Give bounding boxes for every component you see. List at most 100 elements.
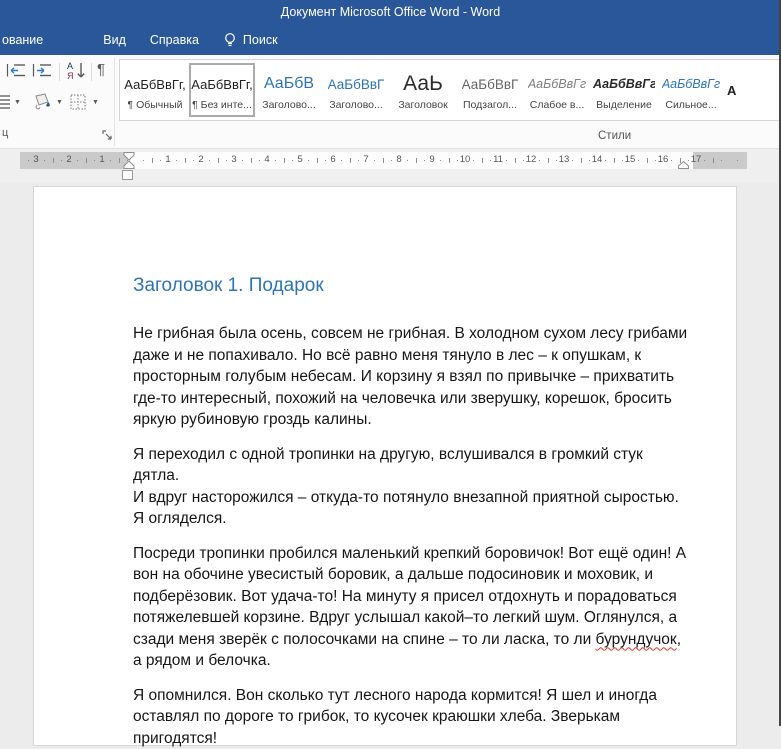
style-label: ¶ Без инте...	[192, 99, 252, 111]
ruler-tick	[284, 158, 285, 163]
ruler-number: 17	[691, 154, 702, 165]
tell-me-search[interactable]: Поиск	[211, 32, 290, 48]
svg-text:Я: Я	[67, 71, 74, 81]
increase-indent-button[interactable]	[32, 63, 52, 78]
shading-dropdown-arrow[interactable]: ▼	[56, 99, 63, 106]
ruler-tick	[391, 160, 392, 161]
ruler-number: 6	[330, 154, 335, 165]
style-preview: АаБбВвГг	[528, 69, 586, 99]
paragraph[interactable]: Я переходил с одной тропинки на другую, …	[133, 444, 690, 530]
styles-gallery-items: АаБбВвГг,¶ ОбычныйАаБбВвГг,¶ Без инте...…	[122, 63, 739, 117]
ruler-tick	[259, 160, 260, 161]
style-preview: АаБбВвГг	[593, 69, 655, 99]
left-indent-marker[interactable]	[122, 170, 133, 180]
ruler-tick	[737, 160, 738, 161]
style-item-7[interactable]: АаБбВвГгВыделение	[591, 63, 657, 117]
shading-button[interactable]	[32, 93, 52, 110]
ruler-tick	[589, 160, 590, 161]
line-spacing-dropdown-arrow[interactable]: ▼	[14, 99, 21, 106]
line-spacing-button[interactable]	[0, 94, 11, 109]
style-item-6[interactable]: АаБбВвГгСлабое в...	[524, 63, 590, 117]
style-label: Сильное...	[665, 99, 716, 111]
paragraph-group-label-partial: ц	[2, 127, 8, 139]
ruler-tick	[440, 160, 441, 161]
style-preview: АаБбВвГ	[328, 69, 385, 99]
text-segment: Я опомнился. Вон сколько тут лесного нар…	[133, 687, 661, 747]
ruler-tick	[242, 160, 243, 161]
borders-button[interactable]	[70, 94, 86, 110]
ruler-number: 10	[460, 154, 471, 165]
ruler-tick	[325, 160, 326, 161]
ruler-tick	[358, 160, 359, 161]
style-label: Заголовок	[398, 99, 447, 111]
style-item-3[interactable]: АаБбВвГЗаголово...	[323, 63, 389, 117]
ruler-tick	[407, 160, 408, 161]
ruler-tick	[110, 160, 111, 161]
ruler-number: 3	[33, 154, 38, 165]
style-label: Подзагол...	[463, 99, 517, 111]
ruler-tick	[185, 158, 186, 163]
svg-text:А: А	[67, 61, 73, 71]
ruler-number: 3	[231, 154, 236, 165]
first-line-indent-marker[interactable]	[123, 152, 135, 169]
ruler-tick	[53, 158, 54, 163]
ruler-tick	[713, 158, 714, 163]
ribbon-tabs-bar: ование Вид Справка Поиск	[0, 24, 781, 55]
paragraph[interactable]: Посреди тропинки пробился маленький креп…	[133, 543, 690, 672]
sort-button[interactable]: А Я	[66, 60, 88, 81]
ruler-tick	[383, 158, 384, 163]
style-item-0[interactable]: АаБбВвГг,¶ Обычный	[122, 63, 188, 117]
style-item-5[interactable]: АаБбВвГПодзагол...	[457, 63, 523, 117]
text-segment: Не грибная была осень, совсем не грибная…	[133, 325, 691, 428]
style-item-4[interactable]: АаЬЗаголовок	[390, 63, 456, 117]
ruler-tick	[77, 160, 78, 161]
ruler-tick	[638, 160, 639, 161]
ruler-tick	[317, 158, 318, 163]
ruler-number: 5	[297, 154, 302, 165]
title-bar: Документ Microsoft Office Word - Word	[0, 0, 781, 24]
paragraph[interactable]: Не грибная была осень, совсем не грибная…	[133, 323, 690, 431]
ruler-active-area	[128, 152, 693, 169]
style-preview: АаБбВ	[264, 69, 314, 99]
decrease-indent-button[interactable]	[6, 63, 26, 78]
ruler-tick	[209, 160, 210, 161]
paragraph[interactable]: Я опомнился. Вон сколько тут лесного нар…	[133, 685, 690, 749]
borders-dropdown-arrow[interactable]: ▼	[92, 99, 99, 106]
style-label: Выделение	[596, 99, 652, 111]
styles-gallery: АаБбВвГг,¶ ОбычныйАаБбВвГг,¶ Без инте...…	[119, 59, 781, 121]
style-preview: АаБбВвГг	[662, 69, 720, 99]
ruler-tick	[251, 158, 252, 163]
page-content: Заголовок 1. Подарок Не грибная была осе…	[34, 187, 736, 749]
ruler-tick	[176, 160, 177, 161]
ruler-number: 4	[264, 154, 269, 165]
ruler-number: 2	[66, 154, 71, 165]
ruler-tick	[655, 160, 656, 161]
ruler-tick	[457, 160, 458, 161]
separator	[59, 63, 60, 81]
tab-help[interactable]: Справка	[138, 33, 211, 47]
style-item-9[interactable]: АаБбВвГг	[725, 63, 738, 117]
ruler-tick	[275, 160, 276, 161]
tab-review-partial[interactable]: ование	[0, 33, 57, 47]
style-preview: АаБбВвГ	[462, 69, 519, 99]
style-item-8[interactable]: АаБбВвГгСильное...	[658, 63, 724, 117]
page[interactable]: Заголовок 1. Подарок Не грибная была осе…	[33, 186, 737, 746]
style-item-2[interactable]: АаБбВЗаголово...	[256, 63, 322, 117]
tab-view[interactable]: Вид	[91, 33, 138, 47]
ruler-tick	[581, 158, 582, 163]
misspelled-word: бурундучок	[596, 631, 677, 648]
style-preview: АаБбВвГг,	[191, 69, 252, 99]
text-segment: Я переходил с одной тропинки на другую, …	[133, 446, 683, 528]
show-paragraph-marks-button[interactable]: ¶	[97, 61, 105, 78]
ruler[interactable]: 3211234567891011121314151617	[20, 152, 747, 169]
style-preview: АаБбВвГг	[727, 75, 738, 105]
ruler-number: 9	[429, 154, 434, 165]
ruler-tick	[572, 160, 573, 161]
style-item-1[interactable]: АаБбВвГг,¶ Без инте...	[189, 63, 255, 117]
ruler-tick	[374, 160, 375, 161]
ruler-tick	[515, 158, 516, 163]
document-heading[interactable]: Заголовок 1. Подарок	[133, 275, 690, 297]
ruler-tick	[556, 160, 557, 161]
paragraph-dialog-launcher-icon[interactable]	[102, 130, 113, 141]
ruler-tick	[350, 158, 351, 163]
